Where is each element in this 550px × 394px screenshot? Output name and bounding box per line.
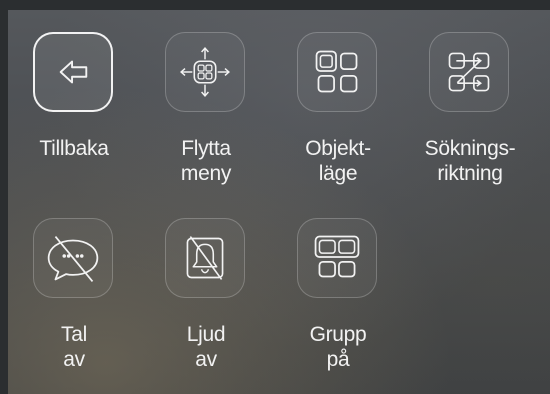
object-mode-label-line-2: läge [318,162,358,185]
search-direction-icon [448,52,490,92]
group-on-label-line-1: Grupp [309,323,367,346]
move-menu-tile[interactable] [165,32,245,112]
back-tile[interactable] [33,32,113,112]
speech-bubble-off-icon [47,235,99,282]
object-squares-icon [315,50,358,93]
back-label-line-1: Tillbaka [39,137,109,160]
move-menu-label: Flytta meny [140,136,272,186]
move-arrows-icon [180,47,230,97]
group-on-label-line-2: på [326,348,350,371]
sound-off-label-line-2: av [195,348,217,371]
sound-off-label-line-1: Ljud [186,323,226,346]
move-menu-label-line-2: meny [180,162,232,185]
assistive-menu-panel: Tillbaka Flytta meny Objekt- läge Söknin… [8,10,550,394]
bell-off-icon [186,236,224,280]
search-direction-label-line-1: Söknings- [424,137,516,160]
search-direction-tile[interactable] [429,32,509,112]
search-direction-label: Söknings- riktning [404,136,536,186]
group-on-tile[interactable] [297,218,377,298]
search-direction-label-line-2: riktning [437,162,503,185]
sound-off-tile[interactable] [165,218,245,298]
speech-off-label-line-2: av [63,348,85,371]
speech-off-label-line-1: Tal [61,323,87,346]
speech-off-label: Tal av [8,322,140,372]
object-mode-label: Objekt- läge [272,136,404,186]
sound-off-label: Ljud av [140,322,272,372]
speech-off-tile[interactable] [33,218,113,298]
back-arrow-icon [59,60,88,84]
object-mode-tile[interactable] [297,32,377,112]
back-label: Tillbaka [8,136,140,161]
group-squares-icon [314,235,360,278]
group-on-label: Grupp på [272,322,404,372]
object-mode-label-line-1: Objekt- [305,137,371,160]
move-menu-label-line-1: Flytta [181,137,231,160]
